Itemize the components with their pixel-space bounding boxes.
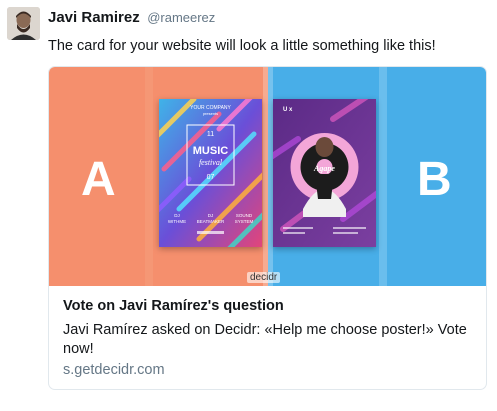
link-card[interactable]: A B YOUR COMPANY presents 11 MUSIC festi… bbox=[48, 66, 487, 390]
poster-a-act-3: SOUND bbox=[236, 213, 253, 218]
avatar-image bbox=[7, 7, 40, 40]
author-handle[interactable]: @rameerez bbox=[147, 10, 215, 25]
avatar[interactable] bbox=[7, 7, 40, 40]
poster-a-date: 11 bbox=[207, 131, 214, 138]
poster-a-act-5: BEATMAKER bbox=[197, 219, 225, 224]
poster-a-title-line2: festival bbox=[199, 158, 223, 167]
poster-b-artwork: U x Agape bbox=[265, 86, 386, 247]
poster-a-act-2: DJ bbox=[208, 213, 214, 218]
poster-a-title-line1: MUSIC bbox=[193, 145, 229, 157]
poster-a-act-1: DJ bbox=[174, 213, 180, 218]
poster-a-act-6: SYSTEM bbox=[235, 219, 254, 224]
tweet-header: Javi Ramirez @rameerez bbox=[48, 9, 215, 27]
poster-b[interactable]: U x Agape bbox=[265, 86, 386, 247]
poster-a-top-sub: presents bbox=[203, 111, 218, 116]
author-name[interactable]: Javi Ramirez bbox=[48, 9, 140, 26]
decidr-watermark: decidr bbox=[247, 272, 281, 283]
poster-a-act-4: WITHME bbox=[168, 219, 186, 224]
tweet-text: The card for your website will look a li… bbox=[48, 38, 436, 54]
card-url[interactable]: s.getdecidr.com bbox=[63, 362, 165, 378]
card-title[interactable]: Vote on Javi Ramírez's question bbox=[63, 298, 284, 314]
poster-b-disc-text: Agape bbox=[313, 164, 335, 173]
poster-a-month: 07 bbox=[207, 174, 215, 181]
option-a-letter: A bbox=[81, 153, 116, 206]
watermark-text: decidr bbox=[250, 272, 278, 283]
card-image[interactable]: A B YOUR COMPANY presents 11 MUSIC festi… bbox=[49, 67, 486, 286]
card-description: Javi Ramírez asked on Decidr: «Help me c… bbox=[63, 322, 467, 357]
poster-b-top-text: U x bbox=[283, 107, 293, 113]
option-b-letter: B bbox=[417, 153, 452, 206]
poster-a-artwork: YOUR COMPANY presents 11 MUSIC festival … bbox=[146, 86, 272, 252]
poster-a[interactable]: YOUR COMPANY presents 11 MUSIC festival … bbox=[146, 86, 272, 252]
